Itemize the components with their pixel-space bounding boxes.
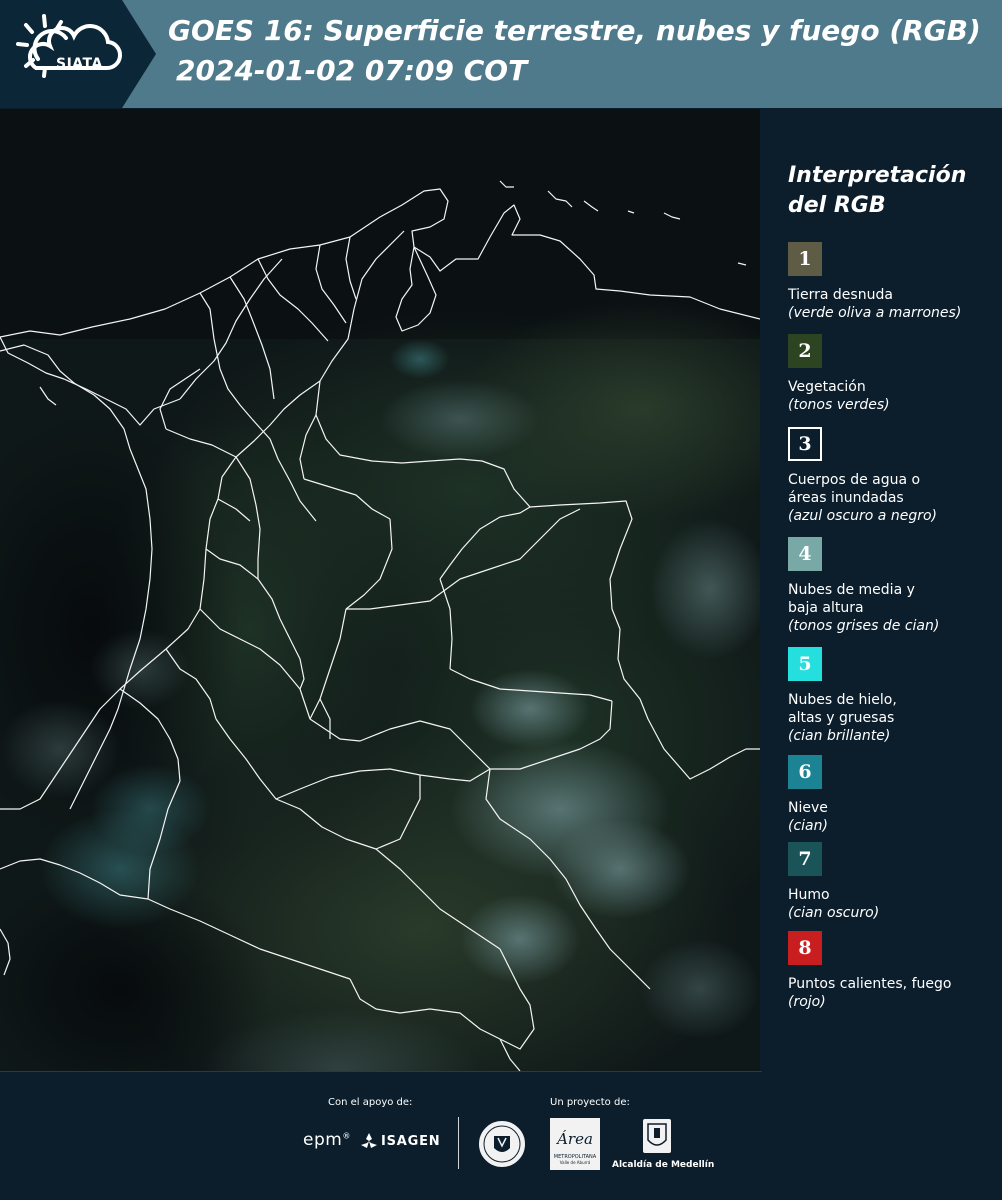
legend-note: (cian oscuro) [788, 905, 880, 921]
legend-note: (tonos verdes) [788, 397, 890, 413]
seal-emblem-icon [477, 1119, 527, 1169]
legend-label: Nubes de media y baja altura [788, 582, 915, 616]
siata-logo-text: SIATA [56, 56, 103, 72]
footer-divider [458, 1117, 459, 1169]
legend-swatch: 8 [788, 931, 822, 965]
siata-sun-icon [16, 14, 122, 78]
satellite-map[interactable] [0, 109, 762, 1073]
legend-note: (cian) [788, 818, 828, 834]
isagen-logo-text: ISAGEN [381, 1133, 441, 1149]
legend-item-2: 2 Vegetación (tonos verdes) [788, 334, 998, 415]
legend-item-4: 4 Nubes de media y baja altura (tonos gris… [788, 537, 998, 636]
legend-note: (cian brillante) [788, 728, 891, 744]
legend-swatch: 1 [788, 242, 822, 276]
legend-note: (tonos grises de cian) [788, 618, 940, 634]
legend-swatch: 7 [788, 842, 822, 876]
legend-label: Puntos calientes, fuego [788, 976, 952, 992]
legend-note: (azul oscuro a negro) [788, 508, 937, 524]
header: SIATA GOES 16: Superficie terrestre, nub… [0, 0, 1002, 108]
legend-label: Cuerpos de agua o áreas inundadas [788, 472, 921, 506]
legend-title-line2: del RGB [788, 193, 886, 218]
legend-swatch: 5 [788, 647, 822, 681]
area-metropolitana-logo: Área METROPOLITANA Valle de Aburrá [550, 1118, 600, 1170]
legend-item-5: 5 Nubes de hielo, altas y gruesas (cian br… [788, 647, 998, 746]
legend-title-line1: Interpretación [788, 163, 967, 188]
legend-title: Interpretación del RGB [788, 161, 988, 221]
legend-note: (verde oliva a marrones) [788, 305, 962, 321]
isagen-mark-icon [361, 1133, 377, 1148]
legend-swatch: 4 [788, 537, 822, 571]
footer: Con el apoyo de: Un proyecto de: epm® IS… [0, 1072, 1002, 1200]
legend-item-3: 3 Cuerpos de agua o áreas inundadas (azul … [788, 427, 998, 526]
support-label: Con el apoyo de: [328, 1097, 413, 1108]
title-product: GOES 16: Superficie terrestre, nubes y f… [168, 14, 981, 47]
legend-label: Humo [788, 887, 830, 903]
legend-item-7: 7 Humo (cian oscuro) [788, 842, 998, 923]
legend-label: Nubes de hielo, altas y gruesas [788, 692, 897, 726]
legend-label: Nieve [788, 800, 828, 816]
legend-item-6: 6 Nieve (cian) [788, 755, 998, 836]
rgb-legend: Interpretación del RGB 1 Tierra desnuda (v… [760, 109, 1002, 1071]
area-logo-word: Área [557, 1130, 593, 1148]
legend-item-1: 1 Tierra desnuda (verde oliva a marrones) [788, 242, 998, 323]
project-label: Un proyecto de: [550, 1097, 630, 1108]
legend-label: Vegetación [788, 379, 866, 395]
siata-logo: SIATA [14, 12, 124, 96]
area-logo-sub2: Valle de Aburrá [559, 1160, 591, 1165]
epm-logo-text: epm [303, 1130, 343, 1150]
isagen-logo: ISAGEN [360, 1132, 441, 1150]
title-timestamp: 2024-01-02 07:09 COT [176, 54, 528, 87]
legend-note: (rojo) [788, 994, 826, 1010]
medellin-shield-icon [643, 1119, 671, 1153]
legend-item-8: 8 Puntos calientes, fuego (rojo) [788, 931, 998, 1012]
legend-swatch: 3 [788, 427, 822, 461]
legend-swatch: 6 [788, 755, 822, 789]
epm-logo: epm® [303, 1130, 351, 1150]
seal-emblem [476, 1118, 528, 1174]
alcaldia-logo-text: Alcaldía de Medellín [612, 1160, 715, 1170]
alcaldia-logo: Alcaldía de Medellín [612, 1118, 715, 1170]
satellite-image [0, 109, 760, 1071]
legend-swatch: 2 [788, 334, 822, 368]
legend-label: Tierra desnuda [788, 287, 893, 303]
